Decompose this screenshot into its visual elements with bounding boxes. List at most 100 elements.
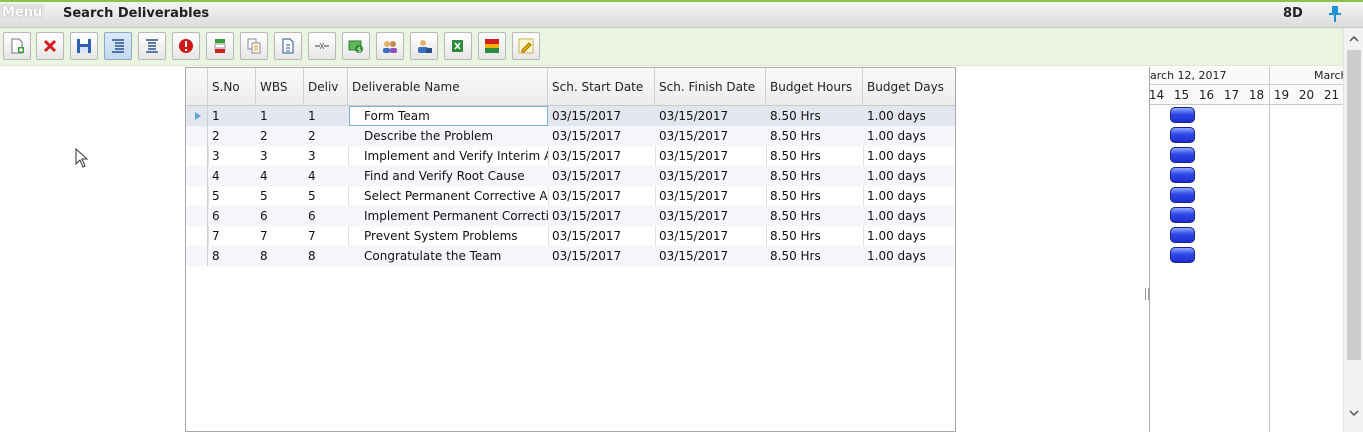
gantt-task-bar[interactable] — [1170, 187, 1195, 203]
new-button[interactable] — [3, 32, 31, 60]
cell-deliv[interactable]: 6 — [304, 206, 348, 226]
table-row[interactable]: 7 7 7 Prevent System Problems 03/15/2017 03/1… — [186, 226, 955, 246]
cell-start-date[interactable]: 03/15/2017 — [548, 126, 655, 146]
cell-budget-days[interactable]: 1.00 days — [863, 186, 955, 206]
table-row[interactable]: 2 2 2 Describe the Problem 03/15/2017 03/15/2… — [186, 126, 955, 146]
copy-button[interactable] — [240, 32, 268, 60]
cell-deliverable-name[interactable]: Form Team — [348, 106, 548, 126]
save-button[interactable] — [70, 32, 98, 60]
cell-deliv[interactable]: 5 — [304, 186, 348, 206]
cell-budget-hours[interactable]: 8.50 Hrs — [766, 186, 863, 206]
cell-budget-days[interactable]: 1.00 days — [863, 146, 955, 166]
cell-budget-hours[interactable]: 8.50 Hrs — [766, 226, 863, 246]
cell-finish-date[interactable]: 03/15/2017 — [655, 166, 766, 186]
alert-button[interactable] — [172, 32, 200, 60]
column-header-finish-date[interactable]: Sch. Finish Date — [655, 68, 766, 106]
gantt-task-bar[interactable] — [1170, 167, 1195, 183]
link-button[interactable] — [308, 32, 336, 60]
cell-wbs[interactable]: 4 — [256, 166, 304, 186]
pin-icon[interactable] — [1326, 5, 1344, 23]
cell-budget-hours[interactable]: 8.50 Hrs — [766, 166, 863, 186]
cell-start-date[interactable]: 03/15/2017 — [548, 146, 655, 166]
cell-deliverable-name[interactable]: Implement Permanent Correctiv — [348, 206, 548, 226]
vertical-scrollbar[interactable] — [1343, 28, 1363, 432]
assign-user-button[interactable] — [410, 32, 438, 60]
cell-deliv[interactable]: 1 — [304, 106, 348, 126]
cell-budget-days[interactable]: 1.00 days — [863, 226, 955, 246]
cell-budget-days[interactable]: 1.00 days — [863, 246, 955, 266]
cell-wbs[interactable]: 5 — [256, 186, 304, 206]
column-header-deliverable-name[interactable]: Deliverable Name — [348, 68, 548, 106]
cell-finish-date[interactable]: 03/15/2017 — [655, 106, 766, 126]
menu-button[interactable]: Menu — [0, 4, 44, 22]
cell-deliverable-name[interactable]: Prevent System Problems — [348, 226, 548, 246]
scrollbar-thumb[interactable] — [1347, 50, 1361, 360]
gantt-task-bar[interactable] — [1170, 227, 1195, 243]
cell-deliv[interactable]: 7 — [304, 226, 348, 246]
cell-start-date[interactable]: 03/15/2017 — [548, 246, 655, 266]
cell-wbs[interactable]: 6 — [256, 206, 304, 226]
cell-deliv[interactable]: 3 — [304, 146, 348, 166]
cell-deliverable-name[interactable]: Implement and Verify Interim Ac — [348, 146, 548, 166]
cell-deliverable-name[interactable]: Congratulate the Team — [348, 246, 548, 266]
cell-wbs[interactable]: 2 — [256, 126, 304, 146]
cell-budget-hours[interactable]: 8.50 Hrs — [766, 206, 863, 226]
gantt-task-bar[interactable] — [1170, 207, 1195, 223]
delete-button[interactable] — [36, 32, 64, 60]
cell-deliverable-name[interactable]: Select Permanent Corrective Act — [348, 186, 548, 206]
gantt-task-bar[interactable] — [1170, 107, 1195, 123]
cell-deliv[interactable]: 2 — [304, 126, 348, 146]
cell-wbs[interactable]: 3 — [256, 146, 304, 166]
row-indicator[interactable] — [186, 146, 208, 166]
cell-start-date[interactable]: 03/15/2017 — [548, 186, 655, 206]
cell-budget-days[interactable]: 1.00 days — [863, 126, 955, 146]
money-button[interactable]: $ — [342, 32, 370, 60]
table-row[interactable]: 5 5 5 Select Permanent Corrective Act 03/15/… — [186, 186, 955, 206]
cell-start-date[interactable]: 03/15/2017 — [548, 166, 655, 186]
cell-sno[interactable]: 1 — [208, 106, 256, 126]
row-indicator[interactable] — [186, 166, 208, 186]
cell-budget-days[interactable]: 1.00 days — [863, 106, 955, 126]
cell-wbs[interactable]: 8 — [256, 246, 304, 266]
column-header-budget-hours[interactable]: Budget Hours — [766, 68, 863, 106]
cell-finish-date[interactable]: 03/15/2017 — [655, 126, 766, 146]
cell-sno[interactable]: 5 — [208, 186, 256, 206]
row-indicator[interactable] — [186, 106, 208, 126]
cell-finish-date[interactable]: 03/15/2017 — [655, 226, 766, 246]
cell-start-date[interactable]: 03/15/2017 — [548, 106, 655, 126]
row-indicator[interactable] — [186, 206, 208, 226]
cell-deliv[interactable]: 8 — [304, 246, 348, 266]
row-indicator[interactable] — [186, 126, 208, 146]
cell-budget-hours[interactable]: 8.50 Hrs — [766, 126, 863, 146]
column-header-wbs[interactable]: WBS — [256, 68, 304, 106]
cell-start-date[interactable]: 03/15/2017 — [548, 226, 655, 246]
cell-wbs[interactable]: 1 — [256, 106, 304, 126]
cell-sno[interactable]: 8 — [208, 246, 256, 266]
scroll-up-icon[interactable] — [1349, 34, 1359, 44]
cell-sno[interactable]: 4 — [208, 166, 256, 186]
table-row[interactable]: 1 1 1 Form Team 03/15/2017 03/15/2017 8.50 Hrs… — [186, 106, 955, 126]
scroll-down-icon[interactable] — [1349, 408, 1359, 418]
cell-sno[interactable]: 7 — [208, 226, 256, 246]
cell-deliverable-name[interactable]: Describe the Problem — [348, 126, 548, 146]
row-indicator[interactable] — [186, 226, 208, 246]
cell-budget-days[interactable]: 1.00 days — [863, 206, 955, 226]
row-indicator[interactable] — [186, 186, 208, 206]
gantt-task-bar[interactable] — [1170, 147, 1195, 163]
cell-finish-date[interactable]: 03/15/2017 — [655, 206, 766, 226]
insert-row-button[interactable] — [206, 32, 234, 60]
column-header-budget-days[interactable]: Budget Days — [863, 68, 955, 106]
team-button[interactable] — [376, 32, 404, 60]
cell-finish-date[interactable]: 03/15/2017 — [655, 146, 766, 166]
outdent-button[interactable] — [138, 32, 166, 60]
row-indicator[interactable] — [186, 246, 208, 266]
column-header-sno[interactable]: S.No — [208, 68, 256, 106]
cell-sno[interactable]: 6 — [208, 206, 256, 226]
cell-deliv[interactable]: 4 — [304, 166, 348, 186]
export-button[interactable] — [444, 32, 472, 60]
document-button[interactable] — [274, 32, 302, 60]
cell-finish-date[interactable]: 03/15/2017 — [655, 186, 766, 206]
table-row[interactable]: 4 4 4 Find and Verify Root Cause 03/15/2017 0… — [186, 166, 955, 186]
edit-button[interactable] — [512, 32, 540, 60]
gantt-task-bar[interactable] — [1170, 127, 1195, 143]
